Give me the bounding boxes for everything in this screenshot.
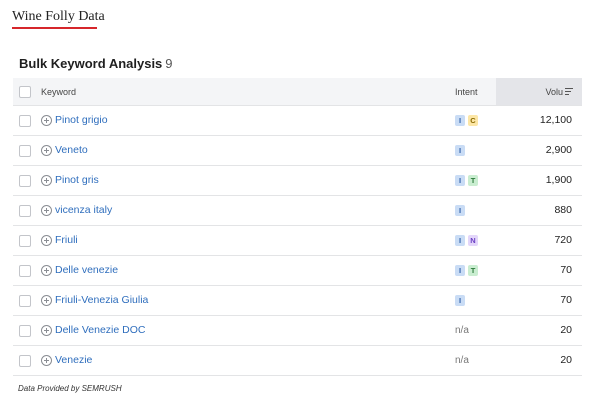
intent-badge: C	[468, 115, 478, 126]
volume-column-header[interactable]: Volu	[496, 78, 582, 105]
sort-descending-icon[interactable]	[565, 88, 573, 95]
keyword-link[interactable]: Pinot grigio	[55, 114, 108, 126]
intent-na: n/a	[455, 355, 469, 366]
brand-underline	[12, 27, 97, 29]
intent-badge: I	[455, 115, 465, 126]
row-checkbox[interactable]	[19, 265, 31, 277]
data-source-note: Data Provided by SEMRUSH	[18, 384, 122, 393]
intent-badge: I	[455, 175, 465, 186]
keyword-link[interactable]: Pinot gris	[55, 174, 99, 186]
search-volume: 2,900	[545, 144, 572, 156]
add-circle-icon[interactable]	[41, 235, 52, 246]
search-volume: 20	[560, 354, 572, 366]
add-circle-icon[interactable]	[41, 175, 52, 186]
keyword-link[interactable]: Friuli	[55, 234, 78, 246]
keyword-link[interactable]: vicenza italy	[55, 204, 112, 216]
keyword-link[interactable]: Veneto	[55, 144, 88, 156]
select-all-checkbox[interactable]	[19, 86, 31, 98]
add-circle-icon[interactable]	[41, 205, 52, 216]
row-checkbox[interactable]	[19, 325, 31, 337]
add-circle-icon[interactable]	[41, 145, 52, 156]
table-row: Veneto I 2,900	[13, 136, 582, 166]
intent-badge: I	[455, 295, 465, 306]
add-circle-icon[interactable]	[41, 265, 52, 276]
intent-badge: I	[455, 265, 465, 276]
keyword-link[interactable]: Delle Venezie DOC	[55, 324, 145, 336]
table-header: Keyword Intent Volu	[13, 78, 582, 106]
search-volume: 880	[554, 204, 572, 216]
intent-badges: IT	[455, 175, 478, 186]
table-row: Friuli I N 720	[13, 226, 582, 256]
add-circle-icon[interactable]	[41, 355, 52, 366]
row-checkbox[interactable]	[19, 295, 31, 307]
keyword-table: Keyword Intent Volu Pinot grigio I C 12,100…	[13, 78, 582, 376]
intent-badge: I	[455, 205, 465, 216]
intent-badge: T	[468, 265, 478, 276]
intent-na: n/a	[455, 325, 469, 336]
brand-title: Wine Folly Data	[12, 9, 105, 24]
intent-badges: IT	[455, 265, 478, 276]
row-checkbox[interactable]	[19, 355, 31, 367]
search-volume: 720	[554, 234, 572, 246]
row-checkbox[interactable]	[19, 175, 31, 187]
intent-badges: I	[455, 295, 465, 306]
intent-badges: IC	[455, 115, 478, 126]
add-circle-icon[interactable]	[41, 115, 52, 126]
row-checkbox[interactable]	[19, 115, 31, 127]
keyword-column-header[interactable]: Keyword	[41, 87, 76, 97]
intent-badges: I	[455, 145, 465, 156]
intent-badge: I	[455, 235, 465, 246]
table-row: Pinot gris I T 1,900	[13, 166, 582, 196]
row-checkbox[interactable]	[19, 205, 31, 217]
volume-column-label: Volu	[545, 87, 563, 97]
keyword-link[interactable]: Delle venezie	[55, 264, 118, 276]
search-volume: 1,900	[545, 174, 572, 186]
table-row: Venezie n/a 20	[13, 346, 582, 376]
table-row: vicenza italy I 880	[13, 196, 582, 226]
table-row: Delle Venezie DOC n/a 20	[13, 316, 582, 346]
table-row: Friuli-Venezia Giulia I 70	[13, 286, 582, 316]
search-volume: 20	[560, 324, 572, 336]
add-circle-icon[interactable]	[41, 325, 52, 336]
search-volume: 70	[560, 294, 572, 306]
intent-badge: T	[468, 175, 478, 186]
intent-badges: IN	[455, 235, 478, 246]
intent-badges: I	[455, 205, 465, 216]
add-circle-icon[interactable]	[41, 295, 52, 306]
keyword-count: 9	[165, 56, 173, 71]
table-row: Delle venezie I T 70	[13, 256, 582, 286]
intent-badge: I	[455, 145, 465, 156]
search-volume: 70	[560, 264, 572, 276]
keyword-link[interactable]: Friuli-Venezia Giulia	[55, 294, 148, 306]
table-row: Pinot grigio I C 12,100	[13, 106, 582, 136]
row-checkbox[interactable]	[19, 145, 31, 157]
keyword-link[interactable]: Venezie	[55, 354, 92, 366]
search-volume: 12,100	[539, 114, 572, 126]
intent-column-header[interactable]: Intent	[455, 87, 478, 97]
panel-title: Bulk Keyword Analysis 9	[19, 56, 173, 71]
intent-badge: N	[468, 235, 478, 246]
row-checkbox[interactable]	[19, 235, 31, 247]
panel-title-text: Bulk Keyword Analysis	[19, 56, 163, 71]
